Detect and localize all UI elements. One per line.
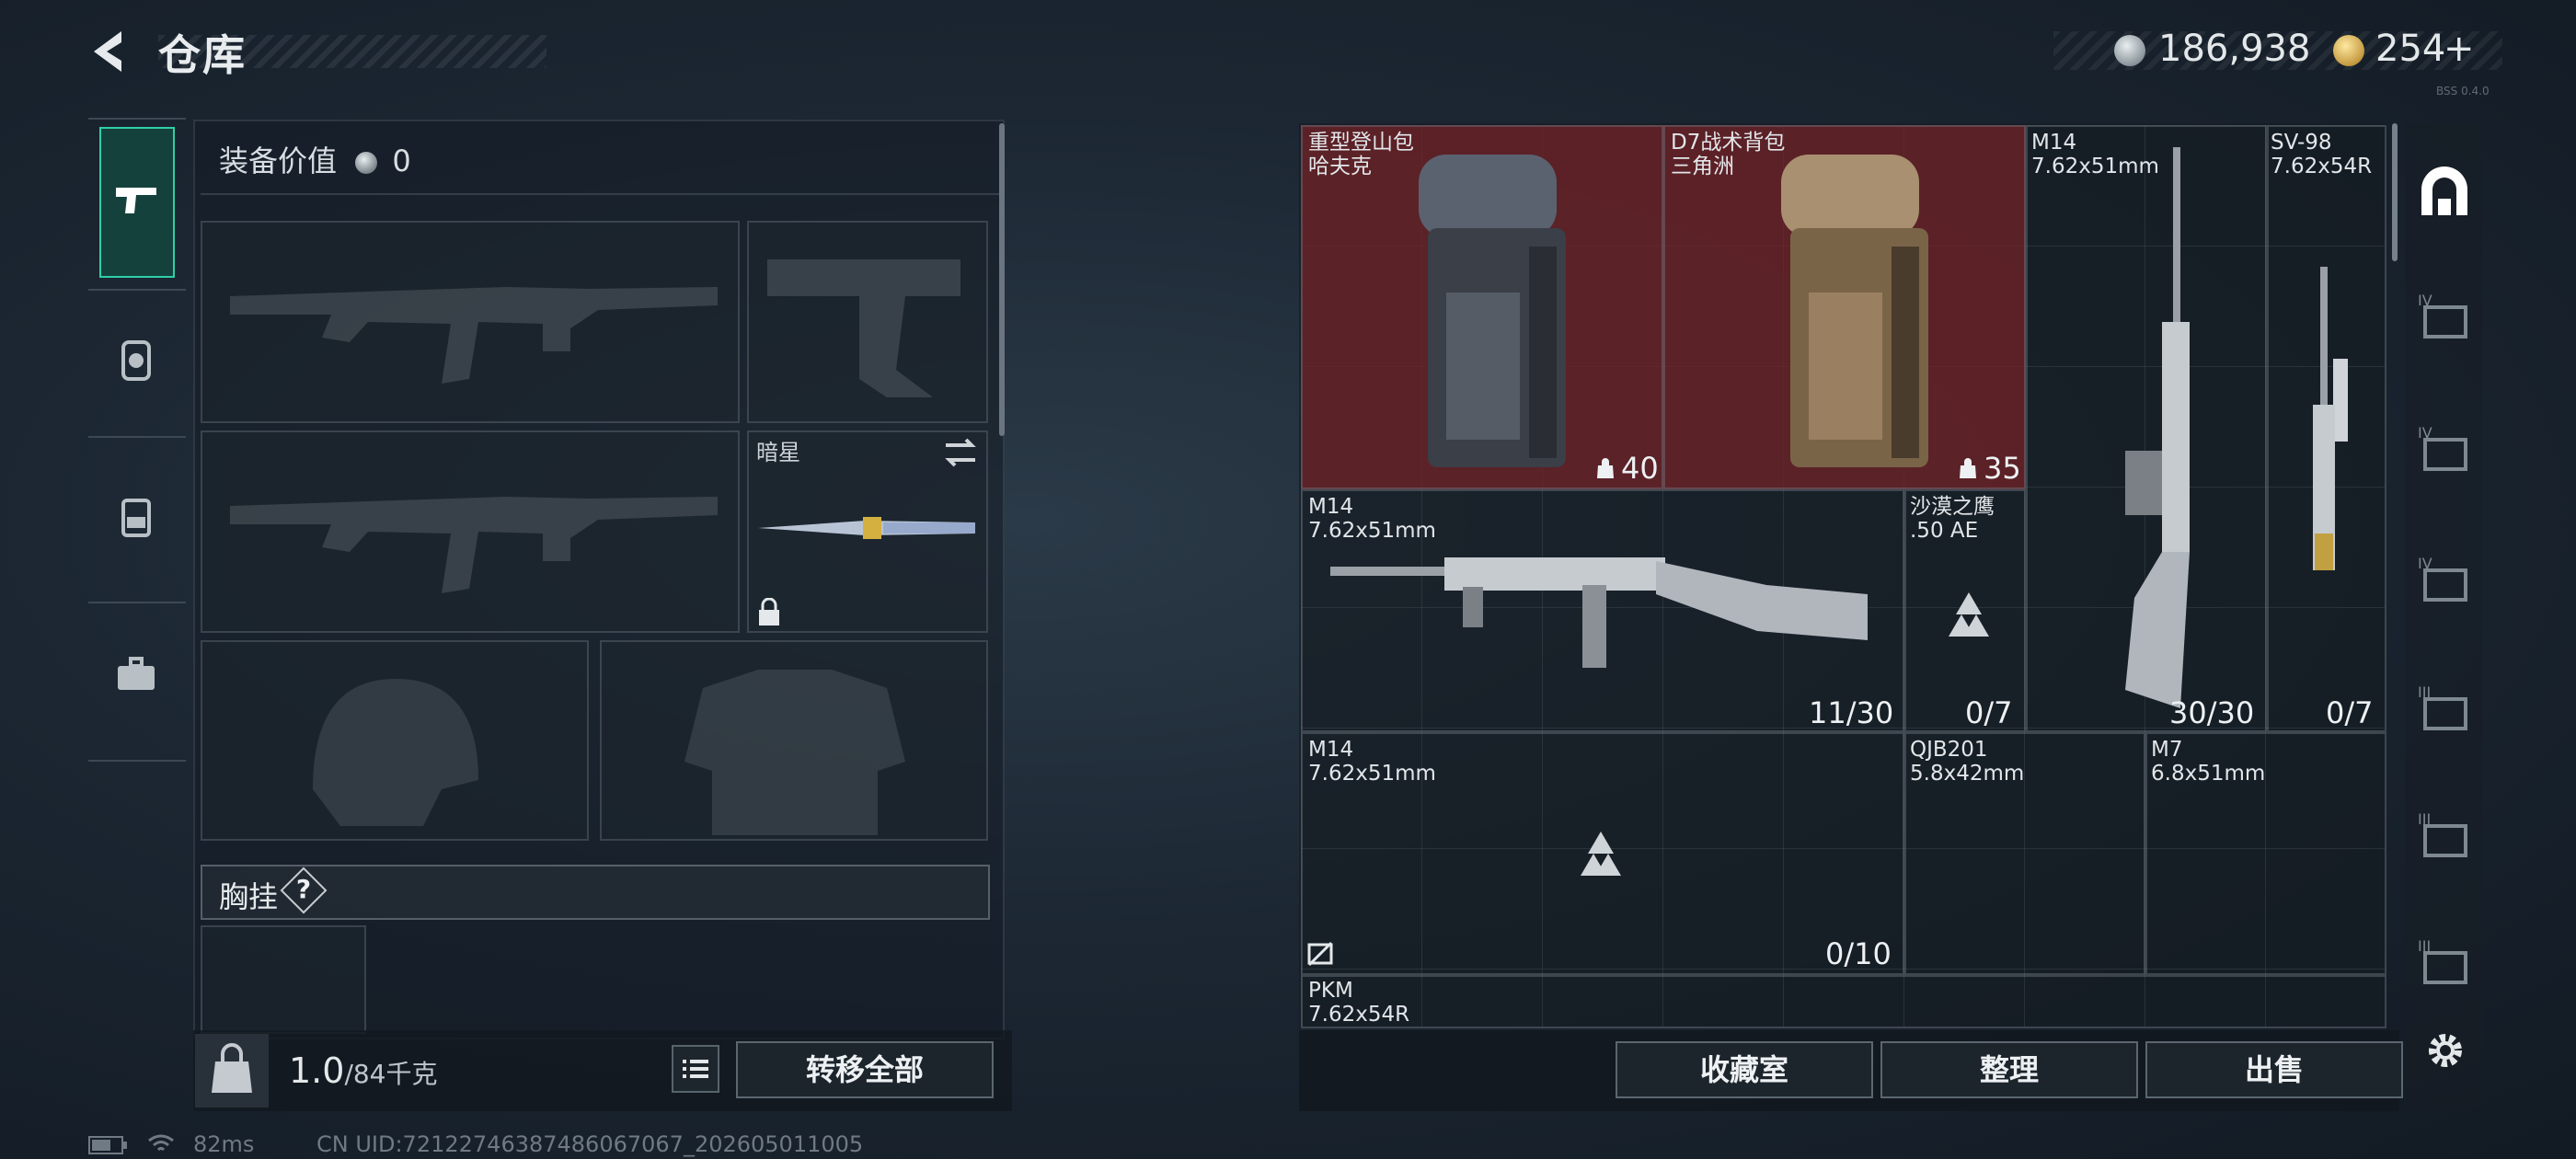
item-name: M14 — [1308, 738, 1354, 762]
uid-text: CN UID:72122746387486067067_202605011005 — [316, 1131, 864, 1157]
item-sub: .50 AE — [1910, 519, 1979, 543]
item-name: M7 — [2151, 738, 2183, 762]
help-mark: ? — [295, 874, 312, 904]
knife-icon — [758, 517, 975, 539]
stash-scrollbar[interactable] — [2392, 123, 2398, 261]
ping-text: 82ms — [193, 1131, 255, 1157]
item-name: 重型登山包 — [1308, 131, 1414, 155]
item-sub: 6.8x51mm — [2151, 762, 2266, 786]
back-arrow-icon[interactable] — [85, 26, 136, 77]
item-sub: 7.62x54R — [2271, 155, 2373, 178]
pistol-slot[interactable] — [747, 221, 988, 423]
collection-room-button[interactable]: 收藏室 — [1616, 1041, 1873, 1098]
sniper-image — [2313, 267, 2348, 570]
equip-value: 0 — [392, 143, 411, 178]
item-sub: 哈夫克 — [1308, 155, 1372, 178]
weight-current: 1.0 — [289, 1050, 345, 1091]
melee-label: 暗星 — [756, 440, 800, 465]
rifle-image — [1330, 557, 1868, 668]
item-count: 40 — [1621, 451, 1659, 486]
wifi-icon — [148, 1134, 174, 1152]
item-name: M14 — [1308, 495, 1354, 519]
swap-icon[interactable] — [942, 436, 979, 469]
gold-amount: 254 — [2375, 28, 2446, 70]
armor-slot[interactable] — [600, 640, 988, 841]
sidebar-item-backpack[interactable] — [110, 491, 162, 543]
list-icon — [683, 1060, 708, 1078]
item-name: PKM — [1308, 979, 1353, 1003]
rifle-silhouette-icon — [230, 497, 718, 593]
gold-coin-icon — [2333, 35, 2364, 66]
organize-button[interactable]: 整理 — [1880, 1041, 2138, 1098]
item-name: QJB201 — [1910, 738, 1988, 762]
pistol-icon — [116, 188, 156, 213]
item-name: SV-98 — [2271, 131, 2332, 155]
pistol-silhouette-icon — [767, 259, 960, 397]
sidebar-item-toolbox[interactable] — [110, 649, 162, 701]
tier-iv-icon[interactable]: IV — [2414, 419, 2475, 480]
tier-iii-icon[interactable]: III — [2414, 806, 2475, 866]
equip-value-label: 装备价值 — [219, 143, 338, 178]
item-sub: 7.62x54R — [1308, 1003, 1410, 1027]
capacity-icon — [1960, 458, 1976, 478]
no-ammo-icon — [1307, 941, 1333, 967]
tier-iv-icon[interactable]: IV — [2414, 550, 2475, 611]
lock-icon — [759, 598, 779, 625]
page-title: 仓库 — [158, 30, 247, 80]
primary-weapon-slot[interactable] — [201, 221, 740, 423]
loadout-scrollbar[interactable] — [999, 123, 1005, 436]
chest-rig-slot[interactable] — [201, 925, 366, 1034]
item-count: 0/7 — [2326, 695, 2374, 730]
transfer-all-button[interactable]: 转移全部 — [736, 1041, 994, 1098]
tier-iv-icon[interactable]: IV — [2414, 287, 2475, 348]
backpack-image — [1781, 155, 1928, 467]
rifle-silhouette-icon — [230, 287, 718, 384]
sell-button[interactable]: 出售 — [2145, 1041, 2403, 1098]
capacity-icon — [1597, 458, 1614, 478]
silver-amount: 186,938 — [2158, 28, 2311, 70]
item-name: 沙漠之鹰 — [1910, 495, 1995, 519]
item-count: 0/7 — [1965, 695, 2013, 730]
rifle-image — [2125, 147, 2190, 708]
equip-value-row: 装备价值 0 — [219, 138, 411, 180]
version-note: BSS 0.4.0 — [2436, 85, 2490, 98]
weight-max: /84千克 — [344, 1059, 438, 1089]
item-count: 35 — [1984, 451, 2021, 486]
unknown-item-icon — [1581, 832, 1621, 876]
silver-coin-icon — [2114, 35, 2145, 66]
battery-icon — [88, 1136, 127, 1154]
nav-divider — [88, 118, 186, 120]
item-sub: 7.62x51mm — [1308, 762, 1436, 786]
arch-filter-icon[interactable] — [2414, 162, 2475, 223]
helmet-slot[interactable] — [201, 640, 589, 841]
tier-iii-icon[interactable]: III — [2414, 679, 2475, 740]
item-count: 0/10 — [1825, 936, 1892, 971]
bag-kg-icon[interactable] — [195, 1034, 269, 1107]
add-gold-button[interactable]: + — [2444, 28, 2475, 70]
silver-coin-icon — [355, 152, 378, 174]
sidebar-item-gear[interactable] — [110, 335, 162, 386]
gear-settings-icon[interactable] — [2421, 1027, 2469, 1074]
chest-rig-label: 胸挂 — [219, 879, 279, 914]
item-count: 11/30 — [1809, 695, 1894, 730]
item-count: 30/30 — [2169, 695, 2255, 730]
unknown-item-icon — [1949, 592, 1989, 637]
secondary-weapon-slot[interactable] — [201, 430, 740, 633]
backpack-image — [1419, 155, 1566, 467]
armor-silhouette-icon — [684, 670, 905, 835]
item-sub: 5.8x42mm — [1910, 762, 2025, 786]
weight-readout: 1.0/84千克 — [289, 1050, 438, 1091]
helmet-silhouette-icon — [313, 679, 478, 826]
stash-item-pkm[interactable] — [1301, 975, 2386, 1028]
tier-iii-icon[interactable]: III — [2414, 933, 2475, 993]
list-view-button[interactable] — [672, 1045, 719, 1093]
